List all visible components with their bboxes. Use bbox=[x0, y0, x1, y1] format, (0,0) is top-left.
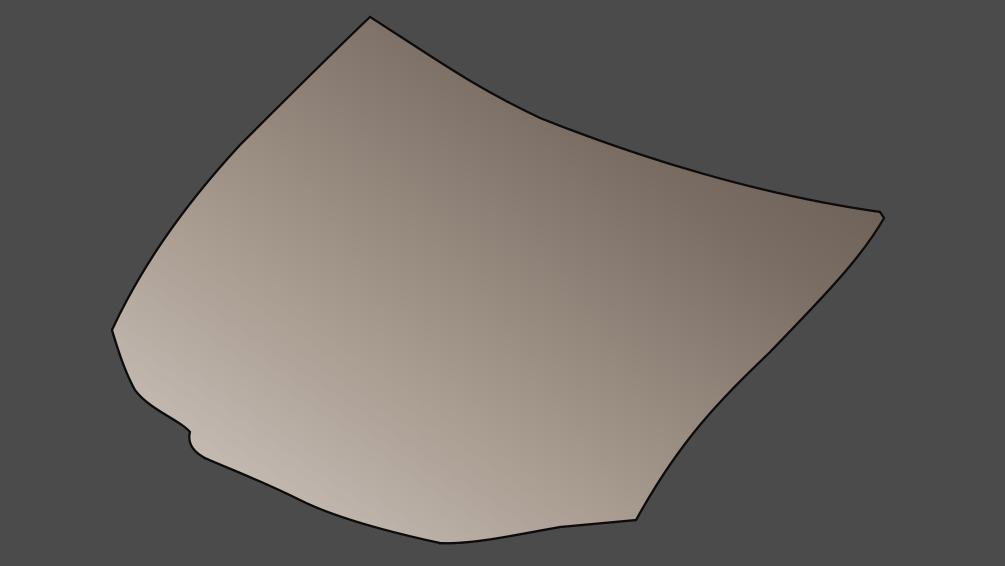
3d-viewport[interactable] bbox=[0, 0, 1005, 566]
hood-mesh-render[interactable] bbox=[0, 0, 1005, 566]
